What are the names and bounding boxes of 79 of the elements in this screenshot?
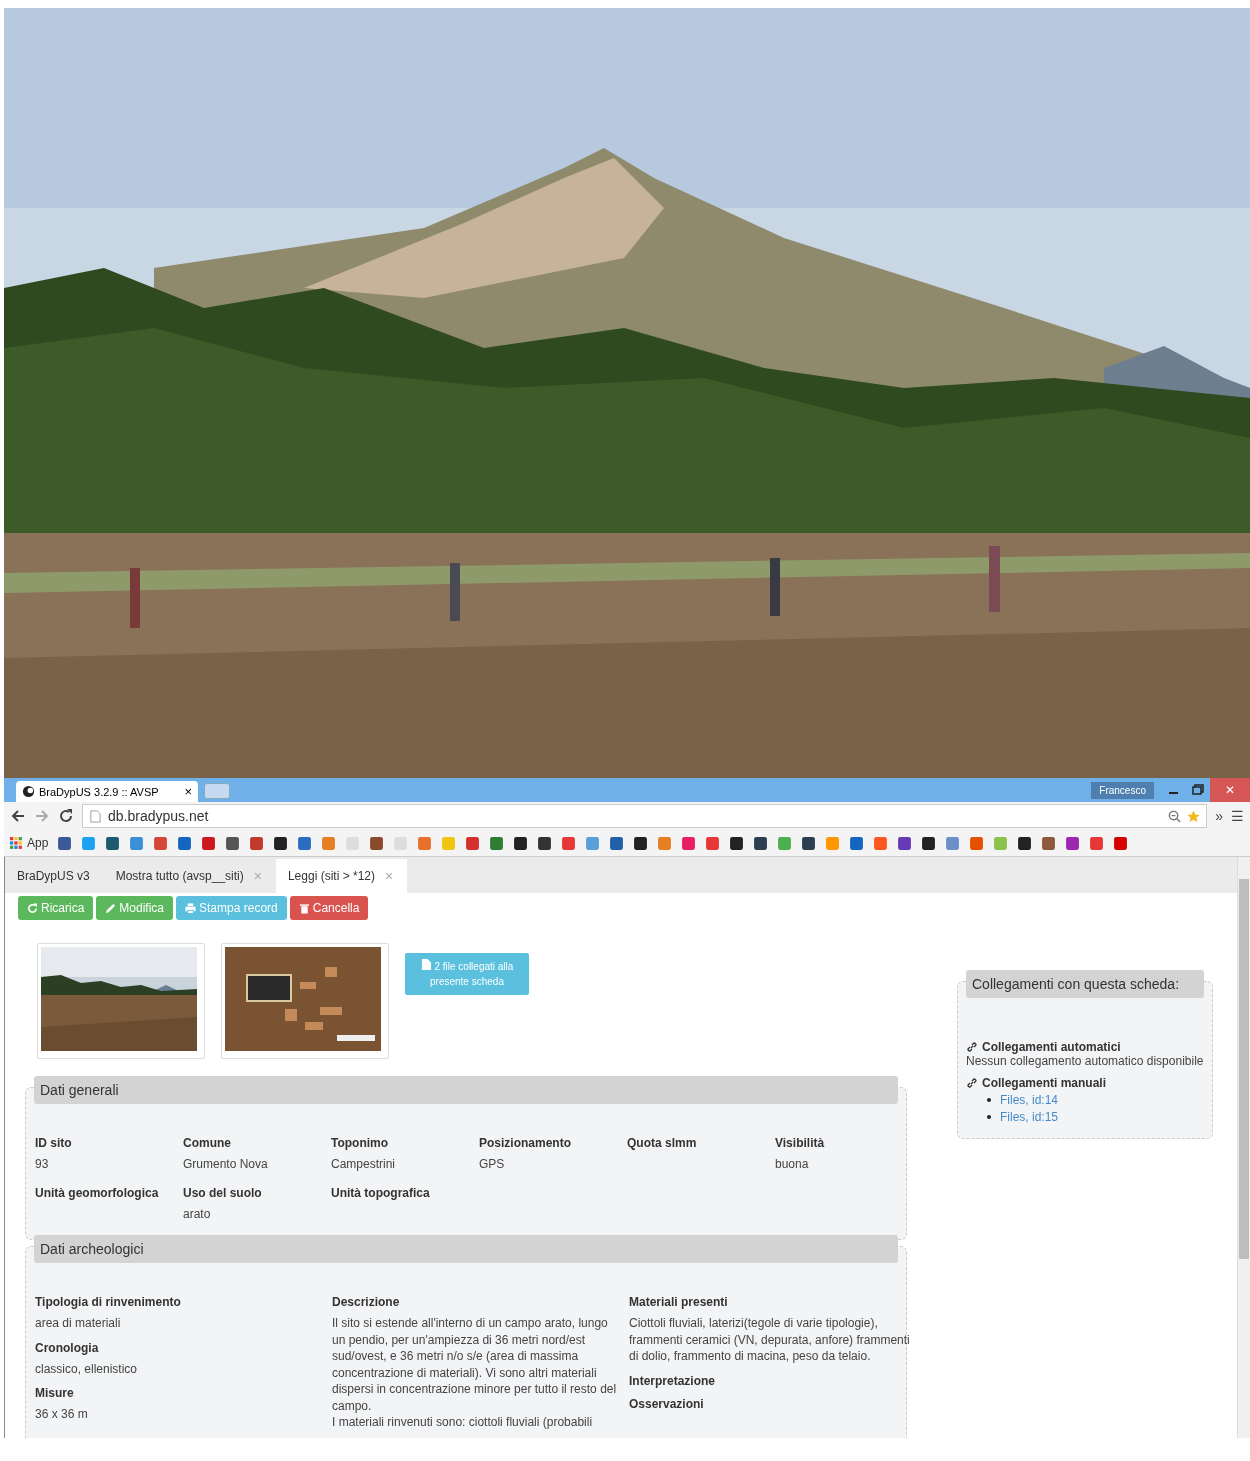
empty-message: Nessun collegamento automatico disponibile	[966, 1054, 1204, 1068]
section-header: Dati archeologici	[34, 1235, 898, 1263]
page-tab[interactable]: Mostra tutto (avsp__siti) ×	[103, 859, 276, 893]
field-label: Visibilità	[775, 1136, 826, 1150]
field-value: 36 x 36 m	[35, 1406, 89, 1423]
field-value: 93	[35, 1156, 50, 1173]
bookmark-icon[interactable]	[897, 835, 913, 851]
bullet-icon	[987, 1098, 991, 1102]
field-label: ID sito	[35, 1136, 73, 1150]
reload-icon[interactable]	[58, 808, 74, 824]
subheading: Collegamenti manuali	[982, 1076, 1107, 1090]
field-label: Toponimo	[331, 1136, 390, 1150]
address-bar[interactable]: db.bradypus.net	[82, 804, 1208, 828]
bookmark-icon[interactable]	[273, 835, 289, 851]
page-tab[interactable]: Leggi (siti > *12) ×	[275, 859, 408, 893]
tab-title: BraDypUS 3.2.9 :: AVSP	[39, 785, 159, 798]
scrollbar[interactable]	[1237, 857, 1250, 1438]
field-value: buona	[775, 1156, 810, 1173]
field-label: Cronologia	[35, 1340, 100, 1355]
refresh-icon	[27, 902, 38, 914]
bookmark-icon[interactable]	[801, 835, 817, 851]
bullet-icon	[987, 1115, 991, 1119]
field-label: Posizionamento	[479, 1136, 572, 1150]
bookmark-icon[interactable]	[921, 835, 937, 851]
field-value: I materiali rinvenuti sono: ciottoli fluviali (probabili	[332, 1414, 594, 1431]
apps-button[interactable]: App	[10, 836, 49, 850]
section-header: Dati generali	[34, 1076, 898, 1104]
trash-icon	[298, 902, 310, 914]
page-icon	[89, 809, 102, 823]
field-label: Descrizione	[332, 1295, 401, 1309]
field-value: GPS	[479, 1156, 506, 1173]
field-value: area di materiali	[35, 1315, 122, 1332]
field-value: Ciottoli fluviali, laterizi(tegole di varie tipologie), frammenti ceramici (VN, depurata, anfore) frammenti di dolio, frammento di macina, peso da telaio.	[629, 1315, 911, 1365]
link-icon	[966, 1077, 978, 1089]
bookmark-icon[interactable]	[513, 835, 529, 851]
field-value: classico, ellenistico	[35, 1360, 139, 1377]
bookmark-icon[interactable]	[537, 835, 553, 851]
field-label: Uso del suolo	[183, 1185, 263, 1200]
profile-button[interactable]: Francesco	[1091, 781, 1154, 799]
action-button[interactable]: Cancella	[289, 896, 369, 920]
bookmark-icon[interactable]	[105, 835, 121, 851]
bookmark-icon[interactable]	[1017, 835, 1033, 851]
page-tab[interactable]: BraDypUS v3	[5, 859, 104, 893]
bookmark-icon[interactable]	[225, 835, 241, 851]
field-label: Misure	[35, 1386, 75, 1400]
pencil-icon	[105, 902, 117, 914]
field-label: Unità topografica	[331, 1185, 431, 1200]
field-label: Tipologia di rinvenimento	[35, 1295, 182, 1309]
field-label: Osservazioni	[629, 1396, 705, 1411]
bookmark-icon[interactable]	[633, 835, 649, 851]
printer-icon	[185, 902, 197, 914]
field-label: Interpretazione	[629, 1373, 716, 1388]
bookmark-icon[interactable]	[369, 835, 385, 851]
grid-icon	[10, 836, 23, 850]
link-icon	[966, 1041, 978, 1053]
bookmark-icon[interactable]	[57, 835, 73, 851]
close-tab-button[interactable]: ×	[184, 784, 192, 799]
thumbnail-frame[interactable]	[37, 943, 205, 1059]
field-value: Campestrini	[331, 1156, 397, 1173]
bookmark-icon[interactable]	[753, 835, 769, 851]
extensions-overflow-button[interactable]: »	[1215, 808, 1223, 824]
panel-header: Collegamenti con questa scheda:	[966, 970, 1204, 998]
file-icon	[420, 959, 432, 970]
close-window-button[interactable]: ✕	[1210, 778, 1250, 802]
field-label: Quota slmm	[627, 1136, 698, 1150]
menu-button[interactable]: ☰	[1231, 808, 1244, 824]
field-value: Il sito si estende all'interno di un campo arato, lungo un pendio, per un'ampiezza di 36 metri nord/est sud/ovest, e 36 metri n/o s/e (area di massima concentrazione di materiali). Vi sono altri materiali dispersi in concentrazione minore per tutto il resto del campo.	[332, 1315, 618, 1414]
bookmark-icon[interactable]	[729, 835, 745, 851]
star-icon[interactable]	[1187, 809, 1201, 823]
subheading: Collegamenti automatici	[982, 1040, 1121, 1054]
field-value: Grumento Nova	[183, 1156, 269, 1173]
field-label: Unità geomorfologica	[35, 1185, 160, 1200]
back-icon[interactable]	[10, 808, 26, 824]
field-label: Materiali presenti	[629, 1295, 729, 1309]
field-value: arato	[183, 1205, 212, 1222]
zoom-icon[interactable]	[1168, 809, 1182, 823]
field-label: Comune	[183, 1136, 232, 1150]
browser-tab[interactable]: BraDypUS 3.2.9 :: AVSP ×	[16, 781, 198, 802]
thumbnail-frame[interactable]	[221, 943, 389, 1059]
